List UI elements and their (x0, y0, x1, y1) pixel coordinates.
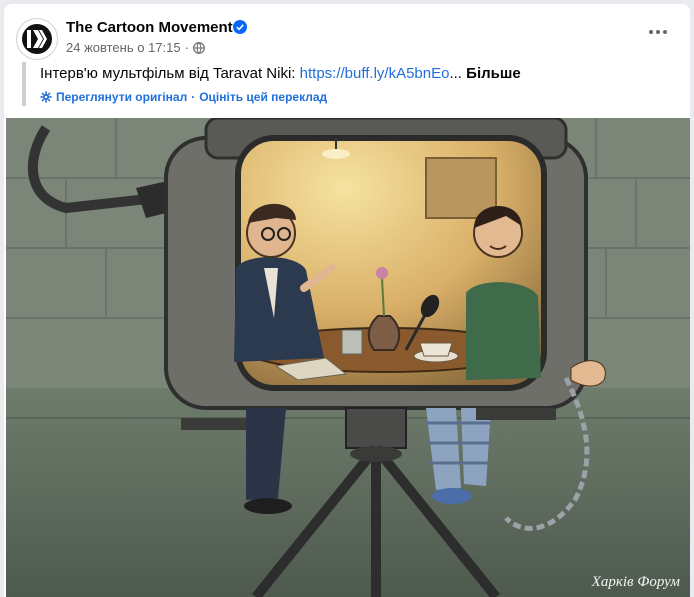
post-text-prefix: Інтерв'ю мультфільм від Taravat Niki: (40, 65, 300, 82)
translation-separator: · (191, 90, 196, 104)
meta-separator: · (184, 40, 189, 55)
see-original-link[interactable]: Переглянути оригінал (56, 90, 187, 104)
post-ellipsis: ... (449, 65, 462, 82)
more-options-icon[interactable] (646, 24, 670, 40)
page-avatar-icon[interactable] (16, 18, 58, 60)
image-watermark: Харків Форум (591, 574, 680, 590)
post-card: The Cartoon Movement 24 жовтень о 17:15 … (4, 4, 690, 597)
verified-badge-icon (233, 20, 247, 34)
post-timestamp[interactable]: 24 жовтень о 17:15 (66, 40, 181, 55)
translate-gear-icon (40, 91, 52, 103)
post-header: The Cartoon Movement 24 жовтень о 17:15 … (4, 4, 690, 64)
post-text-block: Інтерв'ю мультфільм від Taravat Niki: ht… (22, 62, 662, 106)
translation-row: Переглянути оригінал · Оцініть цей перек… (40, 90, 662, 104)
page-name-link[interactable]: The Cartoon Movement (66, 19, 233, 36)
cartoon-illustration (6, 118, 690, 597)
post-image[interactable]: Харків Форум (6, 118, 690, 597)
post-message: Інтерв'ю мультфільм від Taravat Niki: ht… (40, 62, 662, 84)
post-link[interactable]: https://buff.ly/kA5bnEo (300, 65, 450, 82)
see-more-link[interactable]: Більше (466, 65, 521, 82)
globe-icon (193, 41, 205, 54)
rate-translation-link[interactable]: Оцініть цей переклад (199, 90, 327, 104)
post-meta: 24 жовтень о 17:15 · (66, 40, 205, 55)
